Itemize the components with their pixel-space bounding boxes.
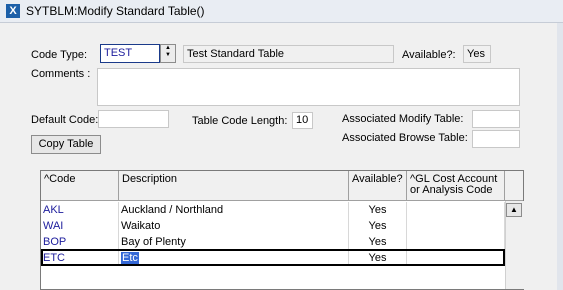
comments-label: Comments : <box>31 68 91 80</box>
grid-cell-code[interactable]: BOP <box>41 234 119 250</box>
grid-cell-description[interactable]: Waikato <box>119 218 349 234</box>
grid-cell-gl-code[interactable] <box>407 202 505 218</box>
selected-row-outline <box>41 249 505 266</box>
associated-modify-label: Associated Modify Table: <box>342 113 464 125</box>
table-code-length-input[interactable]: 10 <box>292 112 313 129</box>
available-value: Yes <box>463 45 491 63</box>
column-header-code[interactable]: ^Code <box>41 171 119 201</box>
spin-down-icon[interactable]: ▼ <box>161 52 175 59</box>
window-title: SYTBLM:Modify Standard Table() <box>26 4 205 18</box>
grid-header-corner <box>505 171 523 201</box>
default-code-input[interactable] <box>98 110 169 128</box>
app-icon: X <box>6 4 20 18</box>
grid-cell-code[interactable]: WAI <box>41 218 119 234</box>
standard-table-grid: ^Code Description Available? ^GL Cost Ac… <box>40 170 524 290</box>
copy-table-button[interactable]: Copy Table <box>31 135 101 154</box>
associated-browse-label: Associated Browse Table: <box>342 132 468 144</box>
default-code-label: Default Code: <box>31 114 99 126</box>
column-header-gl-code[interactable]: ^GL Cost Account or Analysis Code <box>407 171 505 201</box>
scroll-up-arrow-icon[interactable]: ▲ <box>506 203 522 217</box>
grid-cell-available[interactable]: Yes <box>349 234 407 250</box>
associated-browse-input[interactable] <box>472 130 520 148</box>
grid-cell-gl-code[interactable] <box>407 218 505 234</box>
code-type-input[interactable]: TEST <box>100 44 160 63</box>
code-type-label: Code Type: <box>31 49 88 61</box>
comments-field[interactable] <box>97 68 520 106</box>
associated-modify-input[interactable] <box>472 110 520 128</box>
grid-cell-gl-code[interactable] <box>407 234 505 250</box>
title-bar: X SYTBLM:Modify Standard Table() <box>0 0 563 23</box>
grid-cell-description[interactable]: Auckland / Northland <box>119 202 349 218</box>
grid-cell-available[interactable]: Yes <box>349 218 407 234</box>
table-code-length-label: Table Code Length: <box>192 115 288 127</box>
grid-cell-code[interactable]: AKL <box>41 202 119 218</box>
code-type-spinner[interactable]: ▲ ▼ <box>160 44 176 63</box>
available-label: Available?: <box>402 49 456 61</box>
spin-up-icon[interactable]: ▲ <box>161 45 175 52</box>
code-type-description: Test Standard Table <box>183 45 394 63</box>
grid-vertical-scrollbar[interactable]: ▲ <box>505 201 524 289</box>
column-header-available[interactable]: Available? <box>349 171 407 201</box>
column-header-description[interactable]: Description <box>119 171 349 201</box>
grid-cell-description[interactable]: Bay of Plenty <box>119 234 349 250</box>
grid-cell-available[interactable]: Yes <box>349 202 407 218</box>
